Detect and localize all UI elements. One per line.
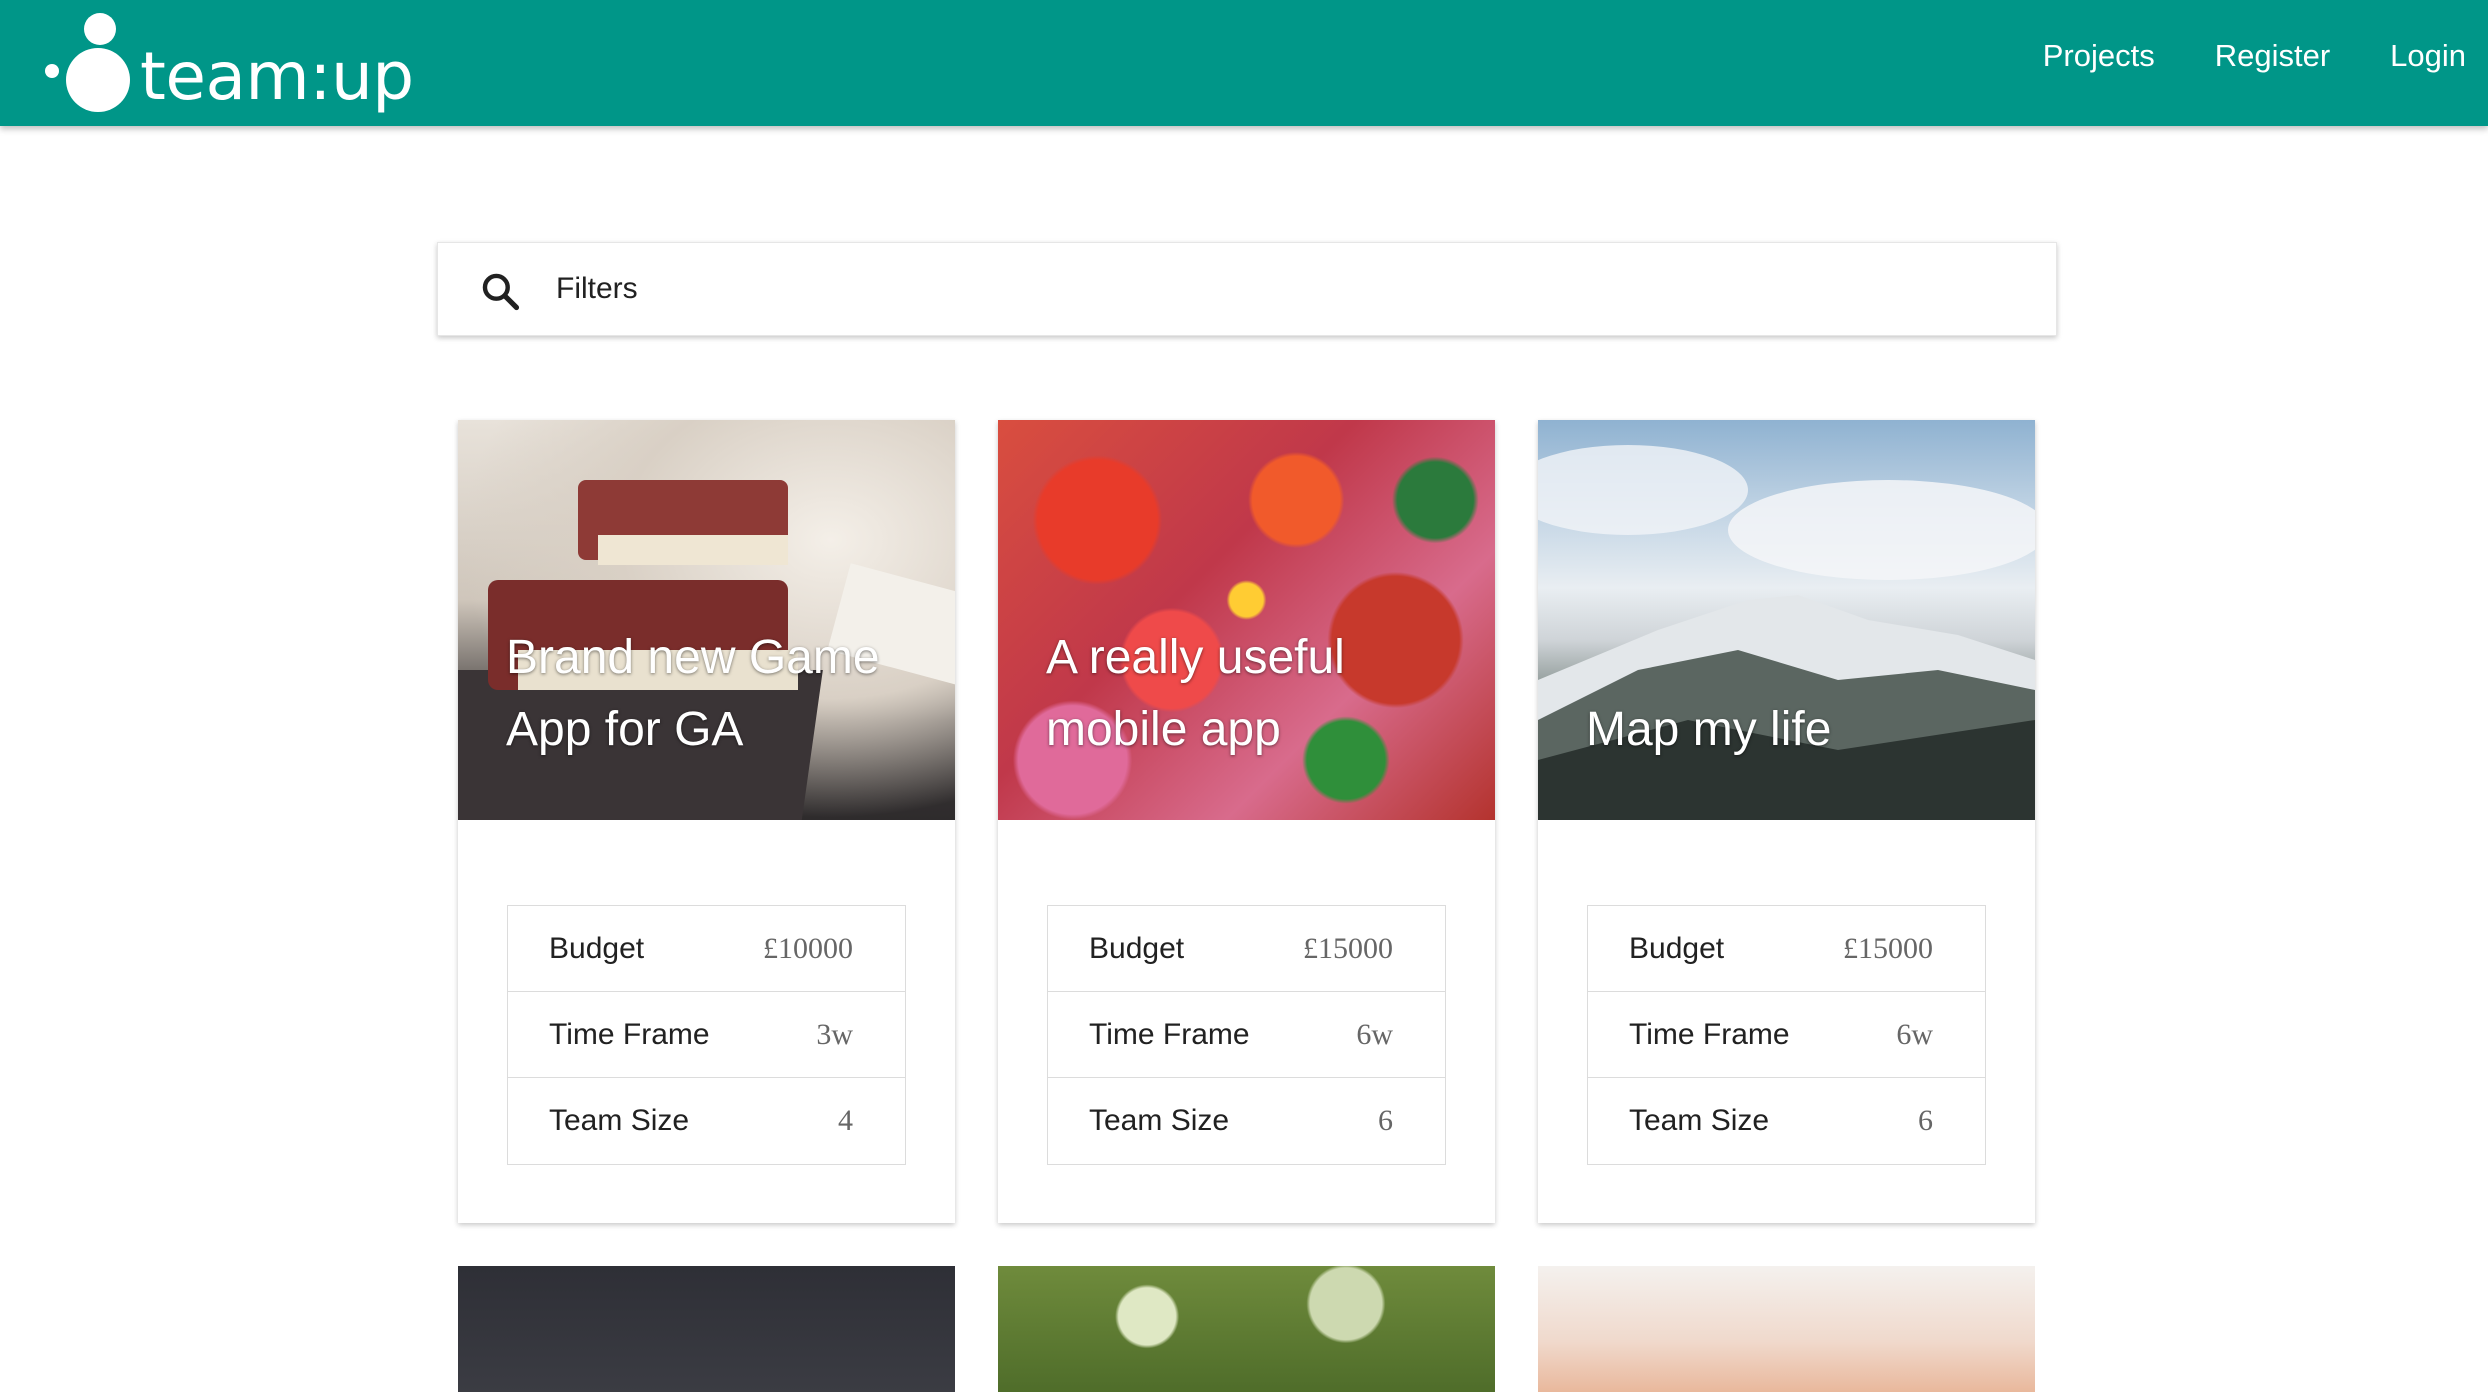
stat-row-time-frame: Time Frame 6w bbox=[1048, 992, 1445, 1078]
brand-name: team:up bbox=[140, 38, 414, 115]
stat-value: 6w bbox=[1896, 1017, 1933, 1051]
stat-value: £15000 bbox=[1303, 931, 1393, 965]
nav-projects[interactable]: Projects bbox=[2043, 40, 2155, 71]
project-image-graffiti[interactable]: A really useful mobile app bbox=[998, 420, 1495, 820]
project-title[interactable]: Brand new Game App for GA bbox=[506, 622, 931, 766]
stat-value: 6 bbox=[1378, 1104, 1393, 1137]
project-card[interactable] bbox=[458, 1266, 955, 1392]
project-image-books[interactable]: Brand new Game App for GA bbox=[458, 420, 955, 820]
stat-label: Budget bbox=[1089, 931, 1185, 965]
project-title[interactable]: Map my life bbox=[1586, 694, 2011, 766]
project-card[interactable]: A really useful mobile app Budget £15000… bbox=[998, 420, 1495, 1223]
stat-row-time-frame: Time Frame 6w bbox=[1588, 992, 1985, 1078]
project-card[interactable]: Brand new Game App for GA Budget £10000 … bbox=[458, 420, 955, 1223]
project-image-sunset[interactable] bbox=[1538, 1266, 2035, 1392]
stat-label: Time Frame bbox=[549, 1017, 710, 1051]
stat-value: £15000 bbox=[1843, 931, 1933, 965]
stat-label: Budget bbox=[1629, 931, 1725, 965]
stat-label: Team Size bbox=[1089, 1104, 1230, 1137]
stat-value: 6 bbox=[1918, 1104, 1933, 1137]
project-image-mountain[interactable]: Map my life bbox=[1538, 420, 2035, 820]
project-image-night-sky[interactable] bbox=[458, 1266, 955, 1392]
team-up-logo[interactable]: team:up bbox=[40, 10, 414, 120]
stat-label: Time Frame bbox=[1629, 1017, 1790, 1051]
stat-value: 6w bbox=[1356, 1017, 1393, 1051]
project-stats-table: Budget £10000 Time Frame 3w Team Size 4 bbox=[507, 905, 906, 1165]
project-stats-table: Budget £15000 Time Frame 6w Team Size 6 bbox=[1047, 905, 1446, 1165]
top-app-bar: team:up Projects Register Login bbox=[0, 0, 2488, 126]
stat-label: Budget bbox=[549, 931, 645, 965]
stat-row-team-size: Team Size 4 bbox=[508, 1078, 905, 1164]
nav-login[interactable]: Login bbox=[2390, 40, 2466, 71]
stat-row-budget: Budget £10000 bbox=[508, 906, 905, 992]
stat-row-time-frame: Time Frame 3w bbox=[508, 992, 905, 1078]
stat-value: 4 bbox=[838, 1104, 853, 1137]
stat-label: Team Size bbox=[549, 1104, 690, 1137]
logo-dots-icon bbox=[40, 10, 130, 120]
filters-search-bar[interactable] bbox=[437, 242, 2057, 336]
project-stats-table: Budget £15000 Time Frame 6w Team Size 6 bbox=[1587, 905, 1986, 1165]
stat-value: £10000 bbox=[763, 931, 853, 965]
search-icon[interactable] bbox=[478, 269, 522, 313]
project-title[interactable]: A really useful mobile app bbox=[1046, 622, 1471, 766]
project-card[interactable]: Map my life Budget £15000 Time Frame 6w … bbox=[1538, 420, 2035, 1223]
nav-register[interactable]: Register bbox=[2215, 40, 2330, 71]
filters-input[interactable] bbox=[556, 243, 2036, 335]
project-image-bokeh[interactable] bbox=[998, 1266, 1495, 1392]
stat-value: 3w bbox=[816, 1017, 853, 1051]
stat-row-team-size: Team Size 6 bbox=[1048, 1078, 1445, 1164]
stat-row-team-size: Team Size 6 bbox=[1588, 1078, 1985, 1164]
stat-row-budget: Budget £15000 bbox=[1588, 906, 1985, 992]
stat-row-budget: Budget £15000 bbox=[1048, 906, 1445, 992]
stat-label: Time Frame bbox=[1089, 1017, 1250, 1051]
project-card[interactable] bbox=[1538, 1266, 2035, 1392]
main-nav: Projects Register Login bbox=[2043, 40, 2466, 71]
stat-label: Team Size bbox=[1629, 1104, 1770, 1137]
project-card[interactable] bbox=[998, 1266, 1495, 1392]
